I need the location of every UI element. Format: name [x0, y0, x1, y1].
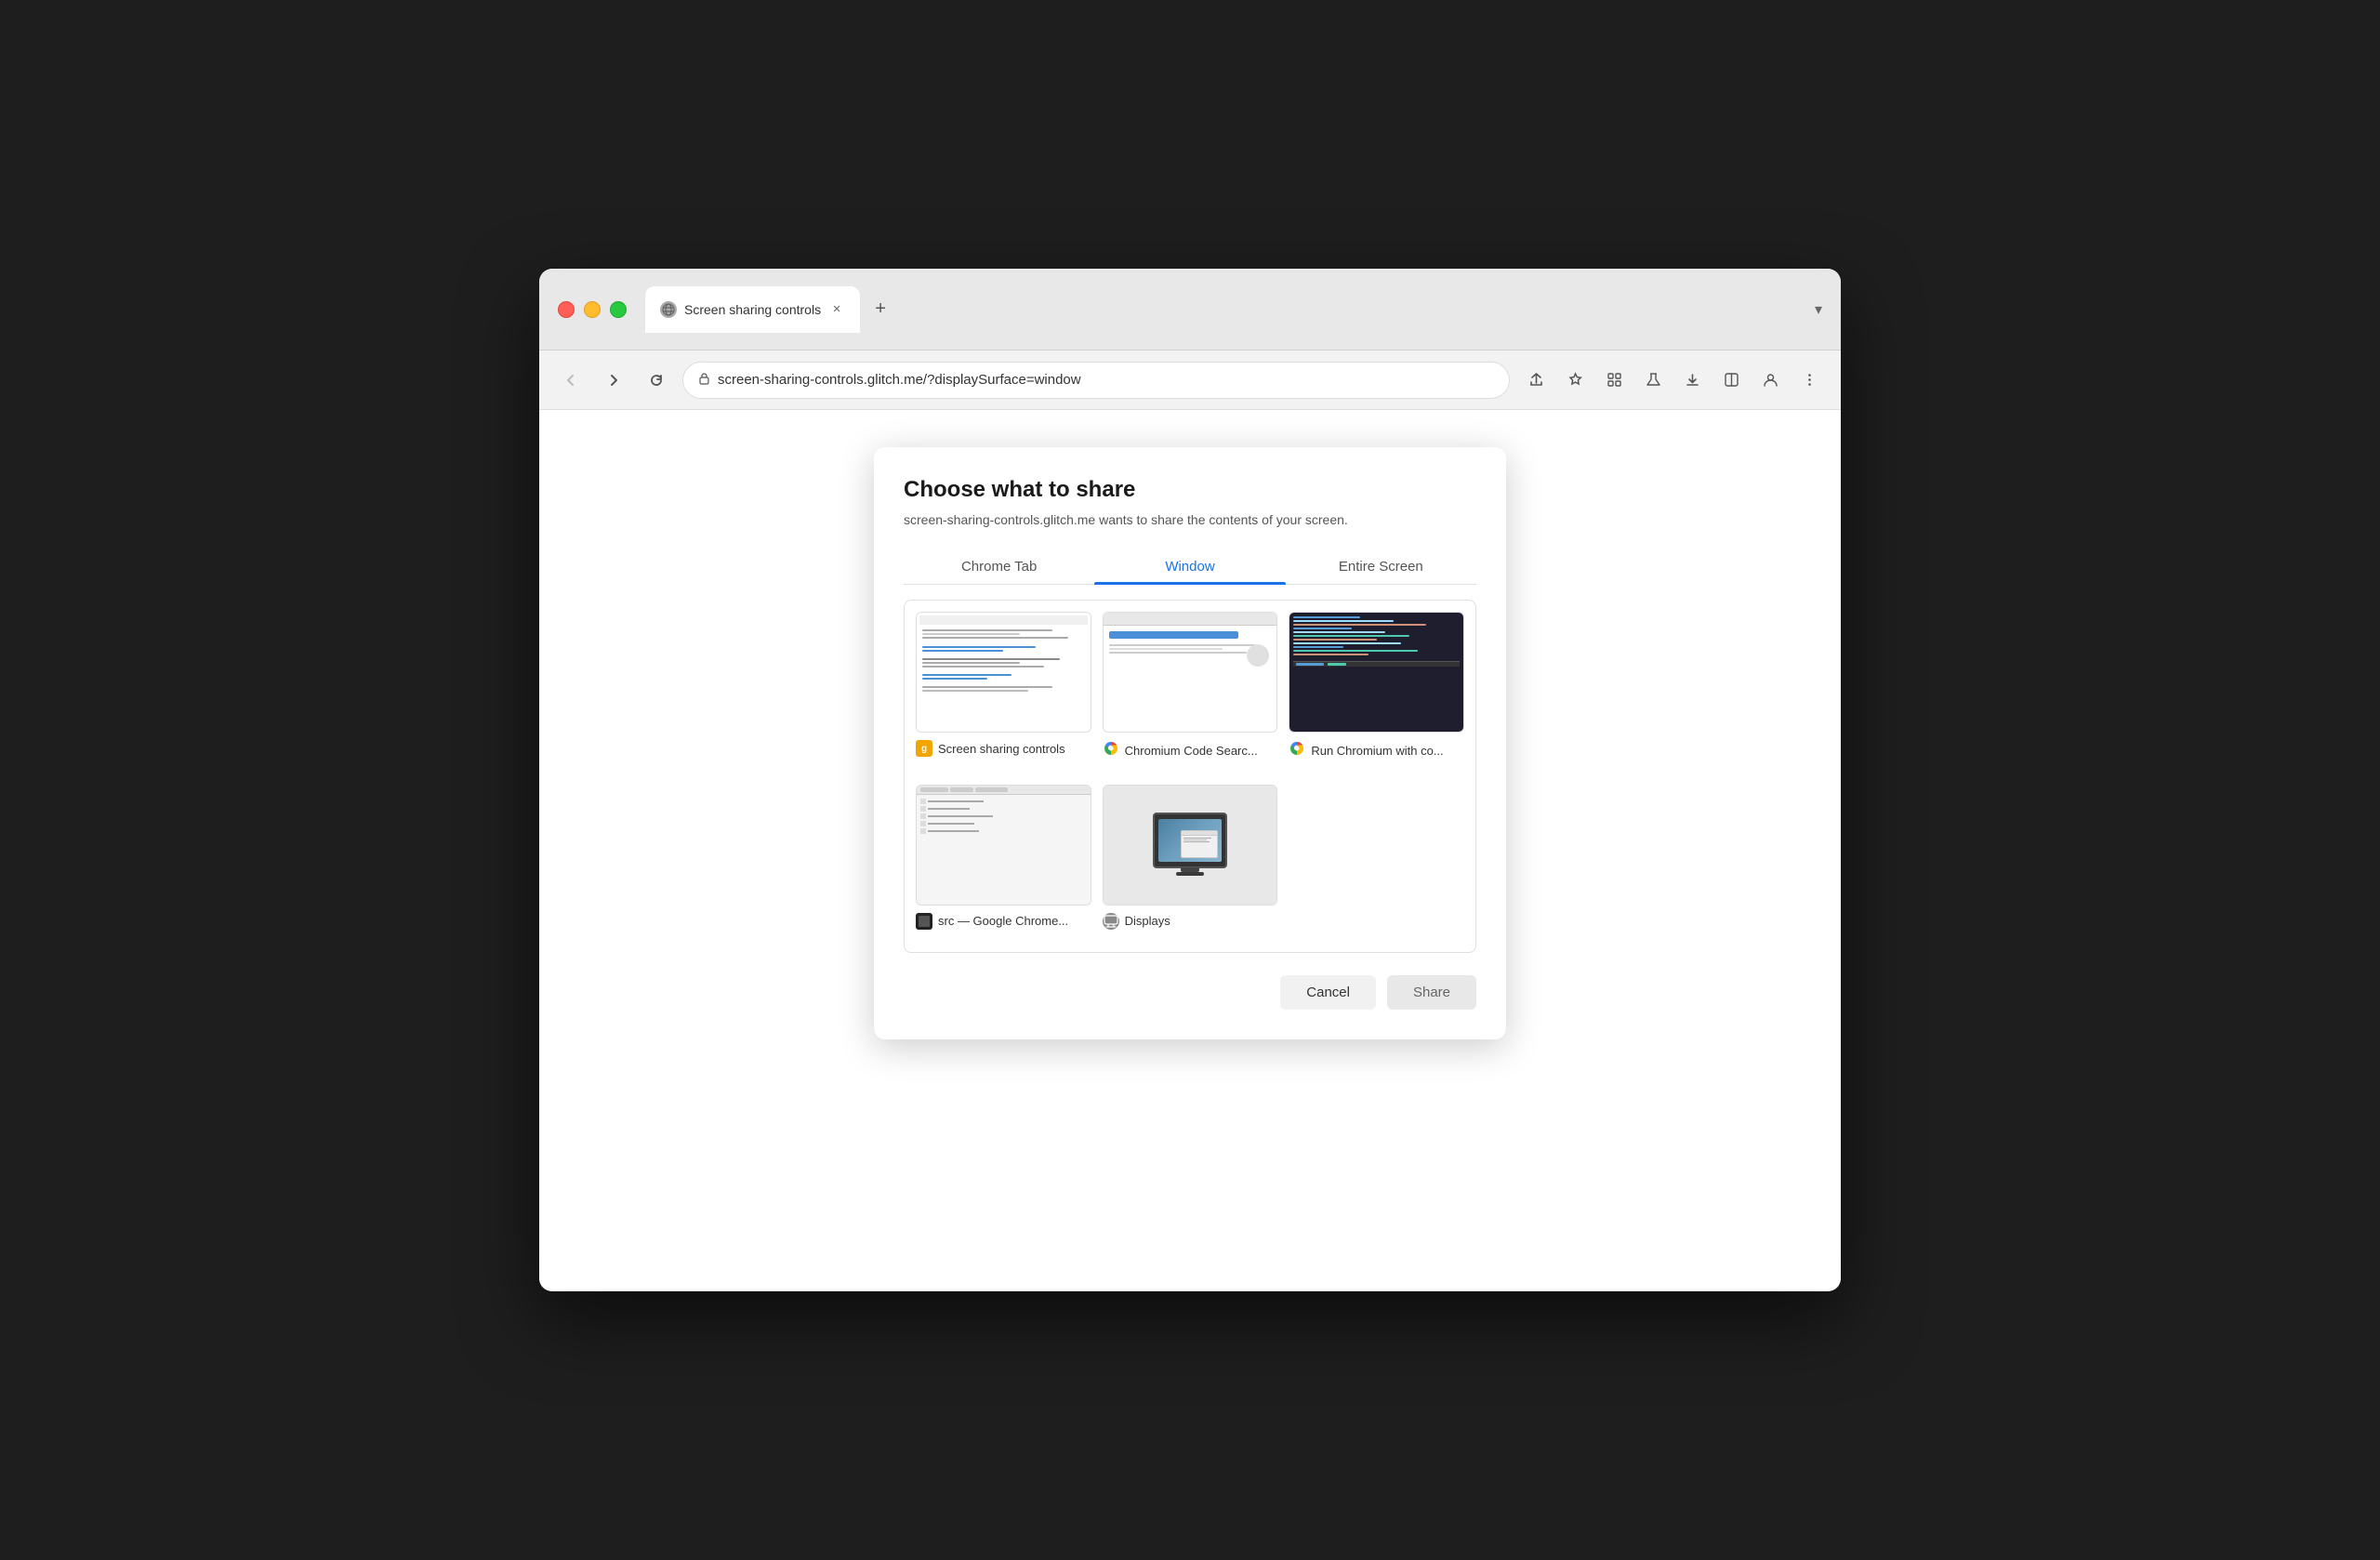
- modal-title: Choose what to share: [904, 477, 1476, 503]
- cancel-button[interactable]: Cancel: [1280, 975, 1376, 1010]
- window-item-screen-sharing[interactable]: g Screen sharing controls: [916, 612, 1091, 773]
- download-button[interactable]: [1675, 364, 1709, 397]
- lock-svg: [698, 372, 710, 385]
- nav-bar: screen-sharing-controls.glitch.me/?displ…: [539, 350, 1841, 410]
- modal-footer: Cancel Share: [904, 975, 1476, 1010]
- bookmark-button[interactable]: [1558, 364, 1592, 397]
- window-name-screen-sharing: Screen sharing controls: [938, 742, 1065, 756]
- extensions-button[interactable]: [1597, 364, 1631, 397]
- modal-overlay: Choose what to share screen-sharing-cont…: [874, 447, 1506, 1039]
- back-icon: [562, 372, 579, 389]
- modal-subtitle: screen-sharing-controls.glitch.me wants …: [904, 512, 1476, 527]
- window-name-chromium-search: Chromium Code Searc...: [1125, 744, 1258, 758]
- window-grid-empty: [1289, 785, 1464, 942]
- window-grid: g Screen sharing controls: [904, 600, 1476, 953]
- window-thumbnail-screen-sharing: [916, 612, 1091, 733]
- window-label-screen-sharing: g Screen sharing controls: [916, 740, 1091, 757]
- window-thumbnail-run-chromium: [1289, 612, 1464, 733]
- browser-window: Screen sharing controls ✕ + ▾: [539, 269, 1841, 1291]
- window-thumbnail-displays: [1103, 785, 1278, 906]
- split-view-button[interactable]: [1714, 364, 1748, 397]
- window-item-displays[interactable]: Displays: [1103, 785, 1278, 942]
- share-dialog: Choose what to share screen-sharing-cont…: [874, 447, 1506, 1039]
- star-icon: [1567, 372, 1583, 388]
- globe-icon: [662, 303, 675, 316]
- maximize-button[interactable]: [610, 301, 627, 318]
- back-button[interactable]: [554, 364, 588, 397]
- title-bar: Screen sharing controls ✕ + ▾: [539, 269, 1841, 350]
- flask-icon: [1646, 372, 1661, 388]
- window-label-chromium-search: Chromium Code Searc...: [1103, 740, 1278, 761]
- window-item-run-chromium[interactable]: Run Chromium with co...: [1289, 612, 1464, 773]
- glitch-icon: g: [916, 740, 932, 757]
- download-icon: [1685, 372, 1700, 388]
- share-button[interactable]: Share: [1387, 975, 1476, 1010]
- forward-icon: [605, 372, 622, 389]
- tab-chrome-tab[interactable]: Chrome Tab: [904, 549, 1094, 584]
- kebab-menu-icon: [1802, 372, 1818, 388]
- tab-favicon: [660, 301, 677, 318]
- src-icon: [916, 913, 932, 930]
- new-tab-button[interactable]: +: [864, 293, 897, 326]
- address-bar[interactable]: screen-sharing-controls.glitch.me/?displ…: [682, 362, 1510, 399]
- reload-icon: [648, 372, 665, 389]
- tab-list-chevron[interactable]: ▾: [1815, 300, 1822, 319]
- window-name-displays: Displays: [1125, 914, 1170, 928]
- displays-icon: [1103, 913, 1119, 930]
- chrome-icon-search: [1103, 740, 1119, 761]
- close-button[interactable]: [558, 301, 575, 318]
- share-tabs: Chrome Tab Window Entire Screen: [904, 549, 1476, 585]
- chrome-svg: [1103, 740, 1119, 757]
- chrome-icon-run: [1289, 740, 1305, 761]
- window-label-run-chromium: Run Chromium with co...: [1289, 740, 1464, 761]
- window-item-src[interactable]: src — Google Chrome...: [916, 785, 1091, 942]
- traffic-lights: [558, 301, 627, 318]
- tab-entire-screen[interactable]: Entire Screen: [1286, 549, 1476, 584]
- lock-icon: [698, 372, 710, 388]
- window-item-chromium-search[interactable]: Chromium Code Searc...: [1103, 612, 1278, 773]
- reload-button[interactable]: [640, 364, 673, 397]
- tab-close-button[interactable]: ✕: [828, 301, 845, 318]
- tab-bar: Screen sharing controls ✕ + ▾: [645, 286, 1822, 333]
- window-label-src: src — Google Chrome...: [916, 913, 1091, 930]
- flask-button[interactable]: [1636, 364, 1670, 397]
- chrome-svg-2: [1289, 740, 1305, 757]
- active-tab[interactable]: Screen sharing controls ✕: [645, 286, 860, 333]
- minimize-button[interactable]: [584, 301, 601, 318]
- window-label-displays: Displays: [1103, 913, 1278, 930]
- split-icon: [1724, 372, 1739, 388]
- address-text: screen-sharing-controls.glitch.me/?displ…: [718, 372, 1494, 388]
- forward-button[interactable]: [597, 364, 630, 397]
- share-icon: [1528, 372, 1544, 388]
- nav-actions: [1519, 364, 1826, 397]
- window-name-src: src — Google Chrome...: [938, 914, 1068, 928]
- tab-window[interactable]: Window: [1094, 549, 1285, 584]
- share-page-button[interactable]: [1519, 364, 1553, 397]
- page-content: Choose what to share screen-sharing-cont…: [539, 410, 1841, 1291]
- window-thumbnail-chromium-search: [1103, 612, 1278, 733]
- window-thumbnail-src: [916, 785, 1091, 906]
- profile-icon: [1763, 372, 1778, 388]
- profile-button[interactable]: [1753, 364, 1787, 397]
- menu-button[interactable]: [1792, 364, 1826, 397]
- tab-title: Screen sharing controls: [684, 302, 821, 317]
- puzzle-icon: [1606, 372, 1622, 388]
- window-name-run-chromium: Run Chromium with co...: [1311, 744, 1443, 758]
